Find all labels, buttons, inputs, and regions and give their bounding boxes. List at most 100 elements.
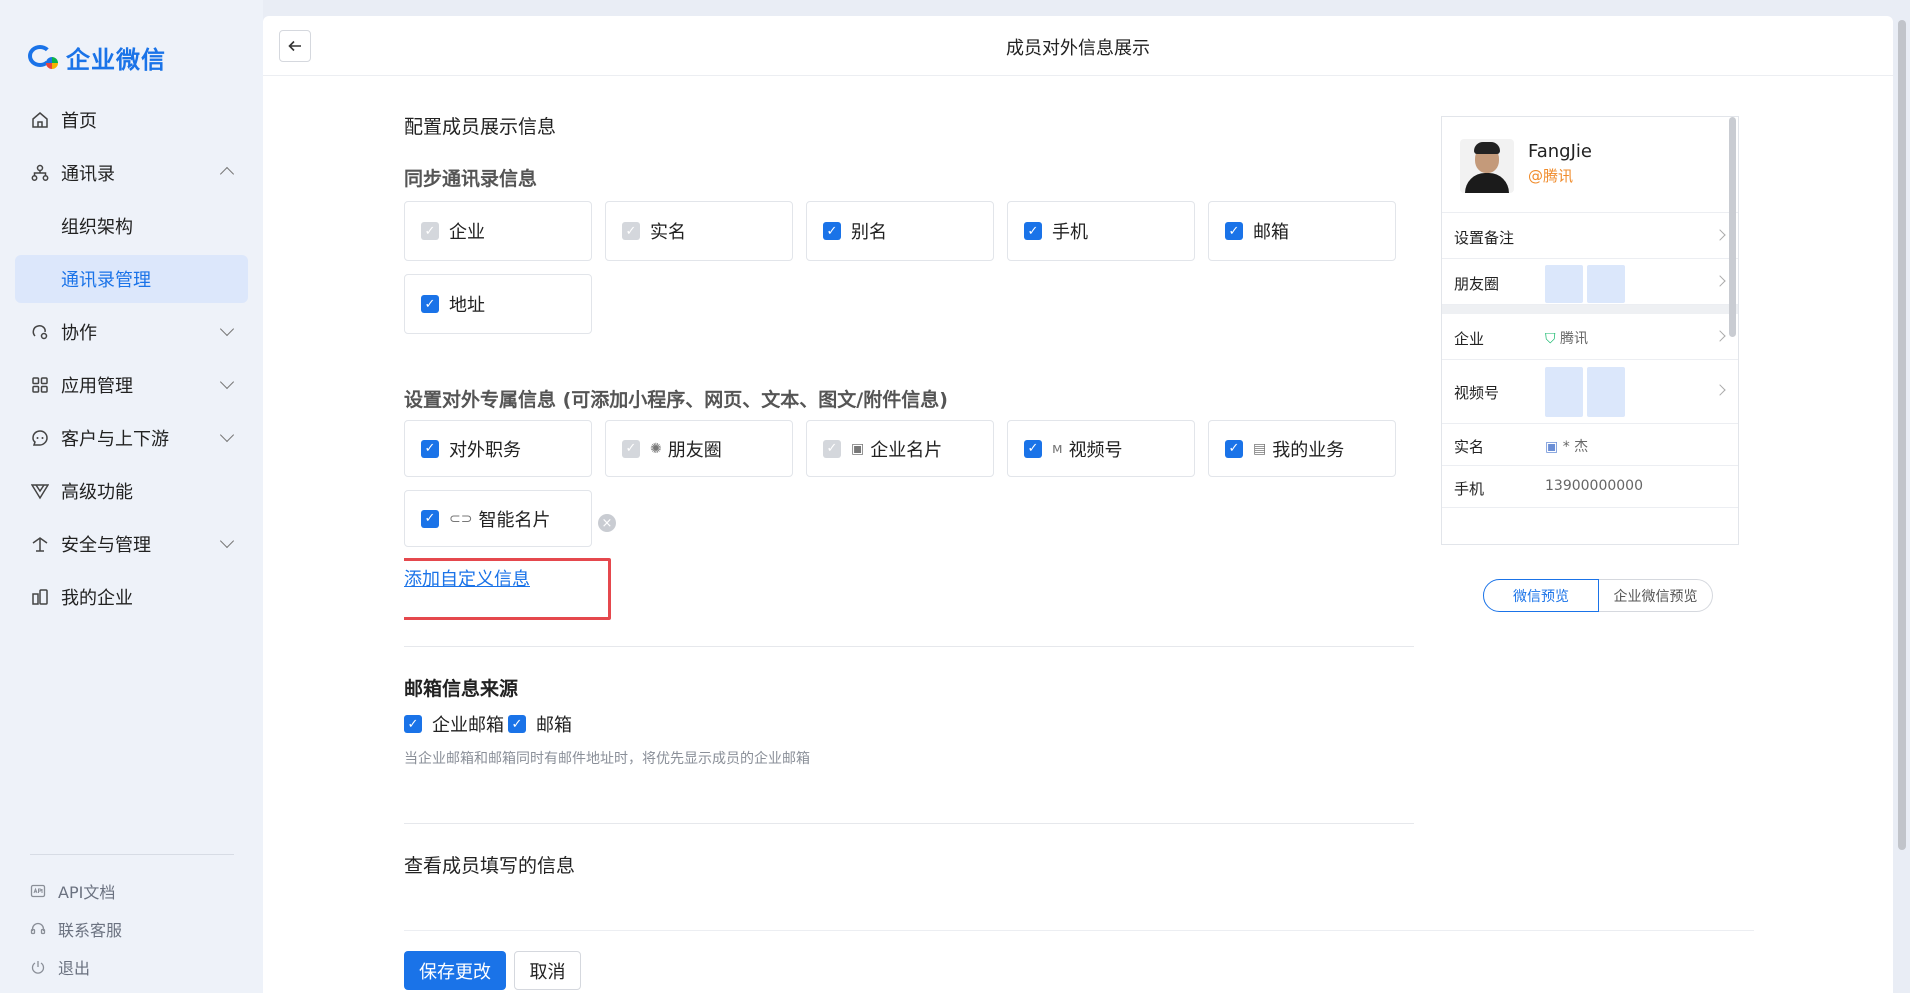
sidebar-item-label: 通讯录 xyxy=(61,164,115,185)
checkbox[interactable]: ✓ xyxy=(1024,222,1042,240)
sidebar-item-label: 应用管理 xyxy=(61,376,133,397)
chevron-down-icon xyxy=(219,374,235,390)
option-label: 企业 xyxy=(449,222,485,243)
option-label: 地址 xyxy=(449,295,485,316)
app-logo[interactable]: 企业微信 xyxy=(28,40,166,75)
preview-row-phone: 手机 13900000000 xyxy=(1442,466,1738,508)
checkbox-corp-mail[interactable]: ✓ xyxy=(404,715,422,733)
row-value: ⛉ 腾讯 xyxy=(1545,328,1588,348)
divider xyxy=(404,646,1414,647)
preview-toggle: 微信预览 企业微信预览 xyxy=(1483,579,1713,612)
preview-row-moments[interactable]: 朋友圈 xyxy=(1442,259,1738,305)
divider xyxy=(404,823,1414,824)
exclusive-option-smart-card[interactable]: ✓ ⊂⊃ 智能名片 xyxy=(404,490,592,547)
exclusive-option-title[interactable]: ✓ 对外职务 xyxy=(404,420,592,477)
mail-source-options: ✓ 企业邮箱 ✓ 邮箱 xyxy=(404,711,572,737)
sidebar-item-home[interactable]: 首页 xyxy=(15,96,248,144)
sidebar-item-contacts[interactable]: 通讯录 xyxy=(15,149,248,197)
avatar xyxy=(1460,139,1514,193)
checkbox-disabled: ✓ xyxy=(622,439,640,458)
contact-support-label: 联系客服 xyxy=(58,921,123,940)
preview-row-company[interactable]: 企业 ⛉ 腾讯 xyxy=(1442,314,1738,360)
preview-separator xyxy=(1442,305,1738,314)
row-label: 实名 xyxy=(1454,438,1485,456)
row-label: 手机 xyxy=(1454,480,1485,498)
row-label: 设置备注 xyxy=(1454,229,1515,247)
cancel-button[interactable]: 取消 xyxy=(514,951,581,990)
checkbox[interactable]: ✓ xyxy=(823,222,841,240)
save-button[interactable]: 保存更改 xyxy=(404,951,506,990)
home-icon xyxy=(31,111,49,129)
sidebar-item-customers[interactable]: 客户与上下游 xyxy=(15,414,248,462)
apps-icon xyxy=(31,376,49,394)
exclusive-option-business-card: ✓ ▣ 企业名片 xyxy=(806,420,994,477)
sync-option-phone[interactable]: ✓ 手机 xyxy=(1007,201,1195,261)
wecom-logo-icon xyxy=(28,43,60,73)
row-value: 13900000000 xyxy=(1545,478,1643,494)
checkbox-mail[interactable]: ✓ xyxy=(508,715,526,733)
sidebar-item-contacts-management[interactable]: 通讯录管理 xyxy=(15,255,248,303)
sidebar: 企业微信 首页 通讯录 组织架构 通讯录管理 协作 应用管理 客户与上下游 高级… xyxy=(0,0,263,993)
preview-name: FangJie xyxy=(1528,141,1592,162)
sidebar-item-label: 组织架构 xyxy=(61,217,133,238)
sidebar-item-label: 客户与上下游 xyxy=(61,429,169,450)
sidebar-bottom-links: API文档 联系客服 退出 xyxy=(30,872,122,986)
checkbox[interactable]: ✓ xyxy=(1225,222,1243,240)
channels-thumb xyxy=(1587,367,1625,417)
tab-wecom-preview[interactable]: 企业微信预览 xyxy=(1599,579,1713,612)
sidebar-item-advanced[interactable]: 高级功能 xyxy=(15,467,248,515)
contact-support-link[interactable]: 联系客服 xyxy=(30,910,122,948)
sidebar-item-label: 高级功能 xyxy=(61,482,133,503)
checkbox-disabled: ✓ xyxy=(622,222,640,240)
settings-content: 配置成员展示信息 同步通讯录信息 ✓ 企业 ✓ 实名 ✓ 别名 ✓ 手机 ✓ 邮… xyxy=(404,76,1414,931)
checkbox[interactable]: ✓ xyxy=(421,509,439,528)
sidebar-item-label: 安全与管理 xyxy=(61,535,151,556)
sync-option-address[interactable]: ✓ 地址 xyxy=(404,274,592,334)
profile-preview: FangJie @腾讯 设置备注 朋友圈 企业 ⛉ 腾讯 视频号 实名 ▣ * … xyxy=(1441,116,1739,545)
link-icon: ⊂⊃ xyxy=(449,510,473,527)
preview-row-channels[interactable]: 视频号 xyxy=(1442,360,1738,424)
sync-heading: 同步通讯录信息 xyxy=(404,168,538,190)
preview-scrollbar[interactable] xyxy=(1729,117,1736,337)
collab-icon xyxy=(31,323,49,341)
option-label: 手机 xyxy=(1052,222,1088,243)
chevron-right-icon xyxy=(1714,275,1726,287)
sync-option-realname: ✓ 实名 xyxy=(605,201,793,261)
sidebar-divider xyxy=(30,854,234,855)
row-value: ▣ * 杰 xyxy=(1545,436,1588,456)
moments-icon: ✺ xyxy=(650,440,662,457)
highlight-frame xyxy=(404,558,611,620)
sidebar-item-org-structure[interactable]: 组织架构 xyxy=(15,202,248,250)
remove-item-icon[interactable]: × xyxy=(598,514,616,532)
chevron-right-icon xyxy=(1714,229,1726,241)
org-icon xyxy=(31,164,49,182)
sidebar-item-my-company[interactable]: 我的企业 xyxy=(15,573,248,621)
sync-option-email[interactable]: ✓ 邮箱 xyxy=(1208,201,1396,261)
advanced-icon xyxy=(31,482,49,500)
page-scrollbar[interactable] xyxy=(1898,20,1906,850)
exclusive-option-channels[interactable]: ✓ ᴍ 视频号 xyxy=(1007,420,1195,477)
tab-wechat-preview[interactable]: 微信预览 xyxy=(1483,579,1599,612)
logout-link[interactable]: 退出 xyxy=(30,948,122,986)
exclusive-options: ✓ 对外职务 ✓ ✺ 朋友圈 ✓ ▣ 企业名片 ✓ ᴍ 视频号 ✓ ▤ 我的业务 xyxy=(404,420,1396,547)
option-label: 别名 xyxy=(851,222,887,243)
sidebar-nav: 首页 通讯录 组织架构 通讯录管理 协作 应用管理 客户与上下游 高级功能 安全… xyxy=(15,96,248,626)
exclusive-option-my-business[interactable]: ✓ ▤ 我的业务 xyxy=(1208,420,1396,477)
power-icon xyxy=(30,959,46,975)
option-label: 我的业务 xyxy=(1272,439,1345,461)
api-docs-link[interactable]: API文档 xyxy=(30,872,122,910)
sync-option-alias[interactable]: ✓ 别名 xyxy=(806,201,994,261)
checkbox[interactable]: ✓ xyxy=(421,295,439,313)
chevron-right-icon xyxy=(1714,330,1726,342)
page-title: 成员对外信息展示 xyxy=(1006,38,1150,59)
doc-icon: ▤ xyxy=(1253,440,1267,457)
checkbox[interactable]: ✓ xyxy=(1225,439,1243,458)
logout-label: 退出 xyxy=(58,959,91,978)
preview-row-remark[interactable]: 设置备注 xyxy=(1442,213,1738,259)
sidebar-item-apps[interactable]: 应用管理 xyxy=(15,361,248,409)
checkbox[interactable]: ✓ xyxy=(1024,439,1042,458)
sidebar-item-collab[interactable]: 协作 xyxy=(15,308,248,356)
sidebar-item-security[interactable]: 安全与管理 xyxy=(15,520,248,568)
checkbox[interactable]: ✓ xyxy=(421,439,439,458)
option-label: 实名 xyxy=(650,222,686,243)
